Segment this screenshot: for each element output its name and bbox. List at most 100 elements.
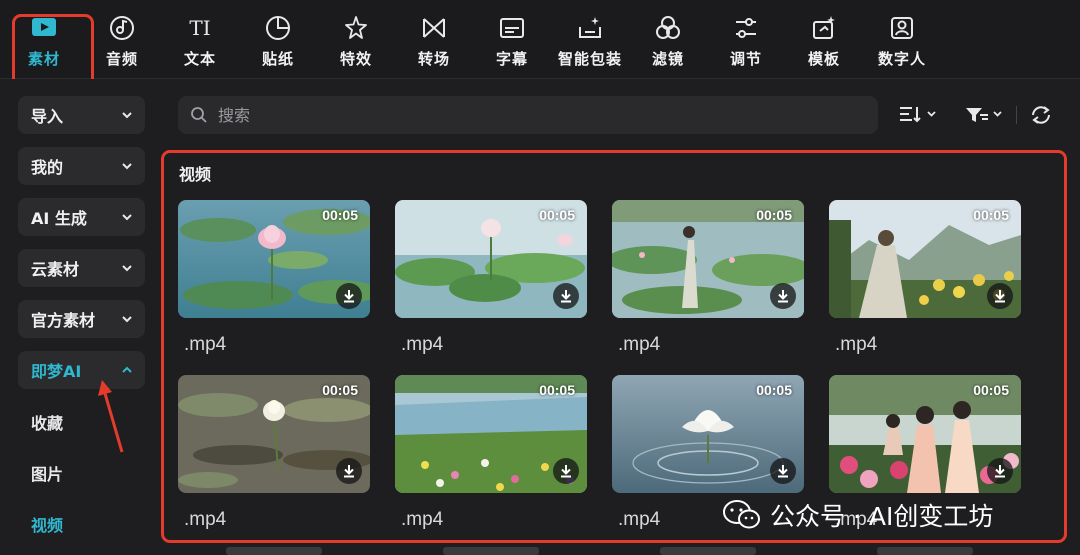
sidebar-item-label: 导入 <box>31 107 64 126</box>
video-duration: 00:05 <box>973 382 1009 398</box>
digital-human-icon <box>888 14 916 42</box>
refresh-icon <box>1032 106 1050 124</box>
video-duration: 00:05 <box>322 382 358 398</box>
tab-label: 调节 <box>729 50 762 68</box>
sidebar-item-label: 我的 <box>31 158 64 177</box>
tab-label: 数字人 <box>877 50 926 68</box>
tab-label: 智能包装 <box>557 50 622 68</box>
sidebar-subitem-favorites[interactable]: 收藏 <box>31 410 63 434</box>
download-icon[interactable] <box>336 283 362 309</box>
filter-icon <box>966 108 1002 122</box>
video-thumbnail[interactable]: 00:05 <box>178 375 370 493</box>
tab-label: 素材 <box>27 50 60 68</box>
video-filename: .mp4 <box>184 334 227 355</box>
chevron-down-icon <box>122 214 132 221</box>
video-duration: 00:05 <box>756 382 792 398</box>
download-icon[interactable] <box>553 283 579 309</box>
chevron-up-icon <box>122 366 132 373</box>
tab-label: 特效 <box>339 50 372 68</box>
video-thumbnail[interactable]: 00:05 <box>395 375 587 493</box>
sidebar-item-label: 云素材 <box>31 260 80 279</box>
download-icon[interactable] <box>987 283 1013 309</box>
tab-label: 模板 <box>807 50 840 68</box>
video-filename: .mp4 <box>835 334 878 355</box>
toolbar-divider <box>1016 106 1017 124</box>
subtitle-icon <box>498 14 526 42</box>
chevron-down-icon <box>122 316 132 323</box>
tab-digital-human[interactable]: 数字人 <box>863 14 941 74</box>
filter-button[interactable] <box>964 104 1006 126</box>
adjust-sliders-icon <box>732 14 760 42</box>
tab-media[interactable]: 素材 <box>5 14 83 74</box>
watermark: 公众号 · AI创变工坊 <box>722 497 993 533</box>
search-bar[interactable] <box>178 96 878 134</box>
video-thumbnail[interactable]: 00:05 <box>612 200 804 318</box>
tab-effects[interactable]: 特效 <box>317 14 395 74</box>
annotation-arrow-icon <box>98 380 124 453</box>
tab-subtitle[interactable]: 字幕 <box>473 14 551 74</box>
chevron-down-icon <box>122 163 132 170</box>
sidebar-item-cloud-media[interactable]: 云素材 <box>18 249 145 287</box>
download-icon[interactable] <box>553 458 579 484</box>
tab-smart-package[interactable]: 智能包装 <box>551 14 629 74</box>
search-input[interactable] <box>216 104 820 126</box>
sidebar-subitem-videos[interactable]: 视频 <box>31 512 63 536</box>
sparkle-star-icon <box>342 14 370 42</box>
video-duration: 00:05 <box>539 207 575 223</box>
video-filename: .mp4 <box>401 334 444 355</box>
sidebar-item-label: AI 生成 <box>31 209 87 228</box>
tab-label: 文本 <box>183 50 216 68</box>
tab-label: 音频 <box>105 50 138 68</box>
tab-label: 滤镜 <box>651 50 684 68</box>
download-icon[interactable] <box>336 458 362 484</box>
video-thumbnail[interactable]: 00:05 <box>612 375 804 493</box>
sidebar-item-import[interactable]: 导入 <box>18 96 145 134</box>
transition-bowtie-icon <box>420 14 448 42</box>
sidebar-subitem-images[interactable]: 图片 <box>31 461 63 485</box>
video-thumbnail[interactable]: 00:05 <box>829 200 1021 318</box>
video-duration: 00:05 <box>539 382 575 398</box>
video-filename: .mp4 <box>618 334 661 355</box>
download-icon[interactable] <box>987 458 1013 484</box>
svg-text:TI: TI <box>189 16 210 40</box>
chevron-down-icon <box>122 265 132 272</box>
refresh-button[interactable] <box>1029 104 1053 126</box>
chevron-down-icon <box>122 112 132 119</box>
wechat-icon <box>723 500 760 529</box>
play-box-icon <box>30 14 58 42</box>
tab-transition[interactable]: 转场 <box>395 14 473 74</box>
download-icon[interactable] <box>770 283 796 309</box>
video-duration: 00:05 <box>322 207 358 223</box>
template-icon <box>810 14 838 42</box>
text-ti-icon: TI <box>186 14 214 42</box>
tab-template[interactable]: 模板 <box>785 14 863 74</box>
watermark-text: 公众号 · AI创变工坊 <box>770 502 994 531</box>
next-row-peek <box>178 547 1038 555</box>
sidebar-item-ai-generate[interactable]: AI 生成 <box>18 198 145 236</box>
search-icon <box>191 107 207 123</box>
video-thumbnail[interactable]: 00:05 <box>829 375 1021 493</box>
video-filename: .mp4 <box>618 509 661 530</box>
tab-adjust[interactable]: 调节 <box>707 14 785 74</box>
tab-label: 字幕 <box>495 50 528 68</box>
download-icon[interactable] <box>770 458 796 484</box>
video-thumbnail[interactable]: 00:05 <box>395 200 587 318</box>
video-filename: .mp4 <box>401 509 444 530</box>
sidebar-item-official-media[interactable]: 官方素材 <box>18 300 145 338</box>
video-filename: .mp4 <box>184 509 227 530</box>
video-thumbnail[interactable]: 00:05 <box>178 200 370 318</box>
tab-text[interactable]: TI 文本 <box>161 14 239 74</box>
tab-audio[interactable]: 音频 <box>83 14 161 74</box>
tab-sticker[interactable]: 贴纸 <box>239 14 317 74</box>
sort-button[interactable] <box>898 104 938 126</box>
video-duration: 00:05 <box>973 207 1009 223</box>
top-toolbar: 素材 音频 TI 文本 贴纸 特效 转场 字幕 智能包装 滤镜 调节 模板 数字… <box>0 0 1080 79</box>
tab-label: 贴纸 <box>261 50 294 68</box>
smart-package-icon <box>576 14 604 42</box>
section-title: 视频 <box>179 165 212 184</box>
filter-circles-icon <box>654 14 682 42</box>
tab-filter[interactable]: 滤镜 <box>629 14 707 74</box>
sidebar-item-mine[interactable]: 我的 <box>18 147 145 185</box>
sidebar-item-label: 官方素材 <box>31 311 96 330</box>
sort-icon <box>900 107 936 123</box>
